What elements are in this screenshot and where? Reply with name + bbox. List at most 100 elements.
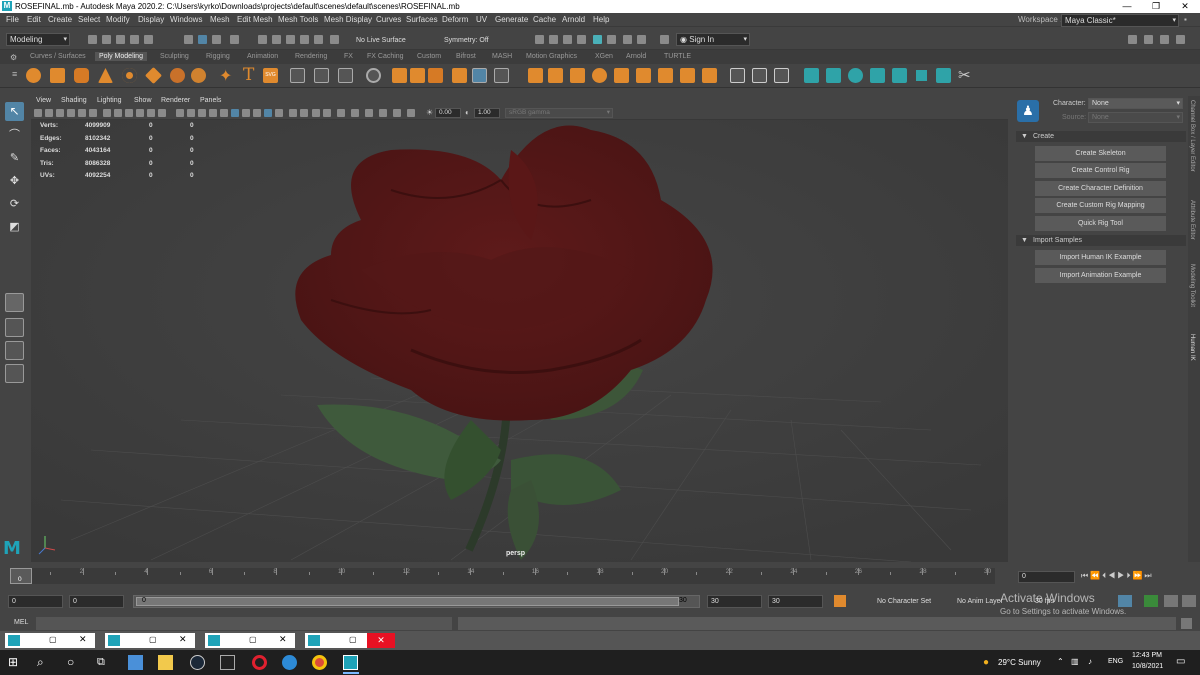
go-to-end-icon[interactable]: ⏭ (1144, 571, 1153, 580)
menu-create[interactable]: Create (48, 15, 72, 24)
move-tool-icon[interactable]: ✥ (5, 172, 24, 191)
x-ray-icon[interactable] (300, 109, 308, 117)
new-scene-icon[interactable] (88, 35, 97, 44)
shelf-menu-icon[interactable]: ≡ (12, 69, 17, 79)
extrude-icon[interactable] (392, 68, 407, 83)
ambient-occlusion-icon[interactable] (242, 109, 250, 117)
tab-fx-caching[interactable]: FX Caching (367, 53, 404, 60)
chrome-icon[interactable] (312, 655, 327, 670)
loop-icon[interactable] (1118, 595, 1132, 607)
tab-channel-box[interactable]: Channel Box / Layer Editor (1189, 100, 1195, 172)
menu-file[interactable]: File (6, 15, 19, 24)
close-icon[interactable]: ✕ (367, 633, 395, 648)
outliner-layout-icon[interactable] (5, 364, 24, 383)
menu-mesh-display[interactable]: Mesh Display (324, 15, 372, 24)
scene-start-field[interactable]: 0 (8, 595, 63, 608)
poly-cylinder-icon[interactable] (74, 68, 89, 83)
sign-in-dropdown[interactable]: ◉ Sign In ▾ (676, 33, 750, 46)
type-tool-icon[interactable]: T (243, 65, 254, 85)
tab-turtle[interactable]: TURTLE (664, 53, 691, 60)
live-surface-label[interactable]: No Live Surface (356, 37, 406, 44)
unfold-icon[interactable] (936, 68, 951, 83)
tray-chevron-icon[interactable]: ⌃ (1057, 657, 1064, 666)
bevel-icon[interactable] (428, 68, 443, 83)
tab-attribute-editor[interactable]: Attribute Editor (1189, 200, 1195, 240)
step-back-frame-icon[interactable]: ⏪ (1090, 571, 1102, 580)
four-view-layout-icon[interactable] (5, 318, 24, 337)
restore-icon[interactable]: ▢ (349, 635, 357, 644)
settings-icon[interactable] (1182, 595, 1196, 607)
tab-custom[interactable]: Custom (417, 53, 441, 60)
persp-outliner-layout-icon[interactable] (5, 341, 24, 360)
wireframe-icon[interactable] (176, 109, 184, 117)
motion-blur-icon[interactable] (253, 109, 261, 117)
color-space-dropdown[interactable]: sRGB gamma ▾ (505, 108, 613, 118)
select-mode-icon[interactable] (393, 109, 401, 117)
clock-date[interactable]: 10/8/2021 (1132, 663, 1163, 670)
store-icon[interactable] (128, 655, 143, 670)
lasso-tool-icon[interactable]: ⌒ (5, 126, 24, 145)
toggle-tool-settings-icon[interactable] (1160, 35, 1169, 44)
backface-culling-icon[interactable] (337, 109, 345, 117)
minimized-window[interactable]: ▢ ✕ (5, 633, 95, 648)
task-view-icon[interactable]: ⧉ (97, 655, 112, 670)
tab-bifrost[interactable]: Bifrost (456, 53, 476, 60)
viewport-menu-shading[interactable]: Shading (61, 97, 87, 104)
save-scene-icon[interactable] (116, 35, 125, 44)
menu-help[interactable]: Help (593, 15, 609, 24)
depth-of-field-icon[interactable] (275, 109, 283, 117)
snap-view-plane-icon[interactable] (314, 35, 323, 44)
create-skeleton-button[interactable]: Create Skeleton (1035, 146, 1166, 161)
clock-time[interactable]: 12:43 PM (1132, 652, 1162, 659)
selection-mask-icon[interactable] (230, 35, 239, 44)
smooth-shade-icon[interactable] (187, 109, 195, 117)
source-dropdown[interactable]: None ▾ (1088, 112, 1183, 123)
steam-icon[interactable] (190, 655, 205, 670)
range-bar[interactable]: 0 30 (133, 595, 700, 608)
camera-attributes-icon[interactable] (45, 109, 53, 117)
snap-curve-icon[interactable] (272, 35, 281, 44)
extract-icon[interactable] (658, 68, 673, 83)
high-quality-icon[interactable] (365, 109, 373, 117)
cylindrical-uv-icon[interactable] (826, 68, 841, 83)
target-weld-icon[interactable] (494, 68, 509, 83)
maya-taskbar-icon[interactable] (343, 655, 358, 670)
boolean-icon[interactable] (366, 68, 381, 83)
bridge-icon[interactable] (410, 68, 425, 83)
merge-icon[interactable] (636, 68, 651, 83)
wedge-icon[interactable] (680, 68, 695, 83)
svg-tool-icon[interactable]: SVG (263, 68, 278, 83)
range-handle[interactable] (136, 597, 679, 606)
menu-generate[interactable]: Generate (495, 15, 528, 24)
close-button[interactable]: ✕ (1171, 0, 1199, 13)
viewport-menu-show[interactable]: Show (134, 97, 152, 104)
symmetry-label[interactable]: Symmetry: Off (444, 37, 489, 44)
quick-rig-tool-button[interactable]: Quick Rig Tool (1035, 216, 1166, 231)
minimized-window[interactable]: ▢ ✕ (105, 633, 195, 648)
viewport-menu-lighting[interactable]: Lighting (97, 97, 122, 104)
workspace-dropdown[interactable]: Maya Classic* ▾ (1061, 14, 1179, 27)
sculpt-icon[interactable] (730, 68, 745, 83)
select-object-icon[interactable] (198, 35, 207, 44)
poly-torus-icon[interactable] (122, 68, 137, 83)
film-gate-icon[interactable] (114, 109, 122, 117)
gamma-field[interactable]: 1.00 (474, 108, 500, 118)
tab-rendering[interactable]: Rendering (295, 53, 327, 60)
open-scene-icon[interactable] (102, 35, 111, 44)
lock-icon[interactable]: ▪ (1184, 15, 1187, 24)
arnold-render-icon[interactable] (607, 35, 616, 44)
tab-human-ik[interactable]: Human IK (1189, 334, 1195, 361)
planar-uv-icon[interactable] (804, 68, 819, 83)
hud-icon[interactable] (379, 109, 387, 117)
tab-modeling-toolkit[interactable]: Modeling Toolkit (1189, 264, 1195, 307)
menu-modify[interactable]: Modify (106, 15, 130, 24)
edge-icon[interactable] (282, 655, 297, 670)
undo-icon[interactable] (130, 35, 139, 44)
two-d-pan-zoom-icon[interactable] (78, 109, 86, 117)
create-control-rig-button[interactable]: Create Control Rig (1035, 163, 1166, 178)
command-input[interactable] (36, 617, 452, 630)
shelf-settings-icon[interactable]: ⚙ (10, 53, 17, 62)
quad-draw-icon[interactable] (752, 68, 767, 83)
timeline[interactable]: 0 2 4 6 8 10 12 14 16 18 20 22 24 26 28 30 (10, 568, 995, 584)
edge-loop-icon[interactable] (548, 68, 563, 83)
